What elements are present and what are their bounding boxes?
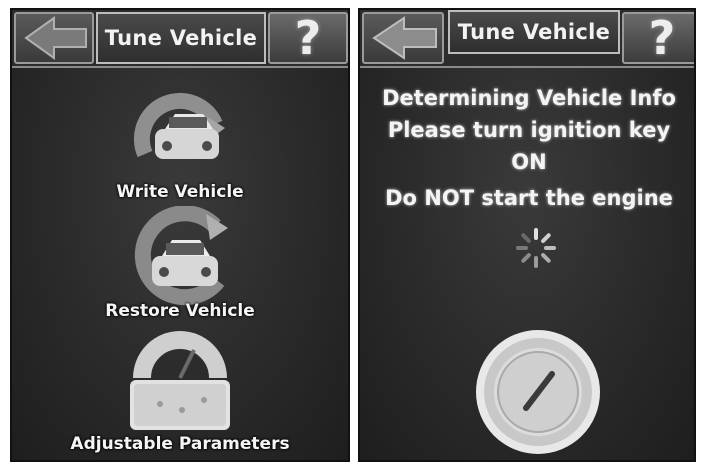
write-vehicle-icon — [133, 92, 225, 159]
back-arrow-icon — [372, 16, 437, 60]
menu-item-adjustable-parameters[interactable]: Adjustable Parameters — [12, 328, 348, 460]
message-line: Do NOT start the engine — [385, 186, 673, 210]
page-title-text: Tune Vehicle — [104, 26, 258, 50]
vehicle-info-screen: Tune Vehicle ? Determining Vehicle Info … — [358, 8, 696, 462]
back-button[interactable] — [362, 12, 444, 64]
menu-item-label: Restore Vehicle — [105, 301, 255, 321]
restore-vehicle-icon — [134, 206, 228, 306]
page-title: Tune Vehicle — [448, 10, 620, 54]
back-arrow-icon — [24, 16, 87, 60]
tune-vehicle-menu-screen: Tune Vehicle ? Write Vehicle Restore Veh… — [10, 8, 350, 462]
loading-spinner-icon — [516, 228, 556, 268]
page-title-text: Tune Vehicle — [457, 20, 611, 44]
adjustable-parameters-icon — [130, 331, 230, 430]
header-bar: Tune Vehicle ? — [360, 10, 694, 68]
help-button[interactable]: ? — [268, 12, 348, 64]
ignition-key-icon — [476, 330, 600, 454]
help-button[interactable]: ? — [622, 11, 694, 65]
menu-item-label: Adjustable Parameters — [70, 434, 290, 454]
message-line: Please turn ignition key — [387, 118, 671, 142]
page-title: Tune Vehicle — [96, 12, 266, 64]
message-line: ON — [511, 150, 547, 174]
help-icon: ? — [648, 11, 676, 65]
help-icon: ? — [294, 11, 322, 65]
menu-item-label: Write Vehicle — [116, 182, 244, 202]
header-bar: Tune Vehicle ? — [12, 10, 348, 68]
back-button[interactable] — [14, 12, 94, 64]
menu-item-write-vehicle[interactable]: Write Vehicle — [12, 82, 348, 204]
message-line: Determining Vehicle Info — [382, 86, 676, 110]
menu-item-restore-vehicle[interactable]: Restore Vehicle — [12, 204, 348, 328]
